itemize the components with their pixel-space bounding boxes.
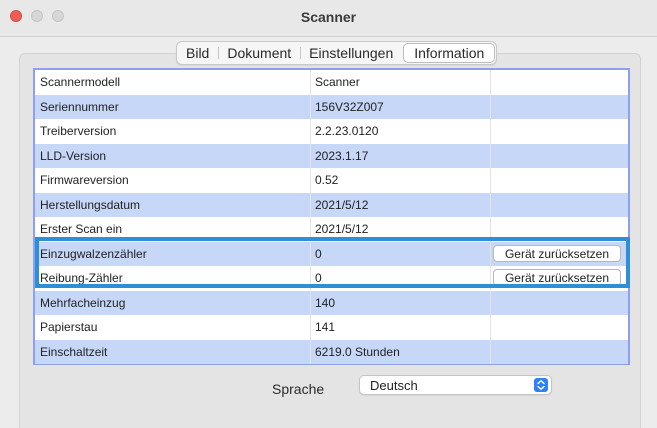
row-label: Einschaltzeit bbox=[35, 339, 311, 364]
tab-information[interactable]: Information bbox=[403, 43, 496, 63]
row-action-cell: Gerät zurücksetzen bbox=[491, 242, 628, 267]
row-label: Einzugwalzenzähler bbox=[35, 241, 311, 266]
table-row: Mehrfacheinzug 140 bbox=[35, 290, 628, 316]
table-row: Einzugwalzenzähler 0 Gerät zurücksetzen bbox=[35, 241, 628, 267]
tab-dokument[interactable]: Dokument bbox=[218, 42, 300, 64]
row-value: 2.2.23.0120 bbox=[311, 119, 491, 144]
table-row: Seriennummer 156V32Z007 bbox=[35, 94, 628, 120]
window-titlebar: Scanner bbox=[0, 0, 657, 37]
table-row: Reibung-Zähler 0 Gerät zurücksetzen bbox=[35, 266, 628, 291]
window-title: Scanner bbox=[300, 9, 357, 25]
table-row: Firmwareversion 0.52 bbox=[35, 168, 628, 193]
row-value: 0 bbox=[311, 266, 491, 291]
row-label: Treiberversion bbox=[35, 119, 311, 144]
row-value: 156V32Z007 bbox=[311, 94, 491, 119]
language-select[interactable]: Deutsch bbox=[359, 375, 552, 395]
row-action-cell bbox=[491, 217, 628, 242]
row-value: 2021/5/12 bbox=[311, 192, 491, 217]
row-value: 140 bbox=[311, 290, 491, 315]
reset-feed-roller-counter-button[interactable]: Gerät zurücksetzen bbox=[493, 244, 621, 262]
row-action-cell bbox=[491, 168, 628, 193]
popup-stepper-icon bbox=[534, 378, 548, 392]
row-label: Erster Scan ein bbox=[35, 217, 311, 242]
row-action-cell bbox=[491, 315, 628, 340]
row-value: 0.52 bbox=[311, 168, 491, 193]
table-row: Papierstau 141 bbox=[35, 315, 628, 340]
table-row: LLD-Version 2023.1.17 bbox=[35, 143, 628, 169]
row-label: Mehrfacheinzug bbox=[35, 290, 311, 315]
table-row: Erster Scan ein 2021/5/12 bbox=[35, 217, 628, 242]
row-label: Herstellungsdatum bbox=[35, 192, 311, 217]
row-value: 2021/5/12 bbox=[311, 217, 491, 242]
language-selected-value: Deutsch bbox=[370, 378, 418, 393]
row-label: LLD-Version bbox=[35, 143, 311, 168]
row-action-cell bbox=[491, 291, 628, 316]
row-value: 0 bbox=[311, 241, 491, 266]
row-value: 2023.1.17 bbox=[311, 143, 491, 168]
row-label: Firmwareversion bbox=[35, 168, 311, 193]
row-action-cell bbox=[491, 340, 628, 365]
row-label: Reibung-Zähler bbox=[35, 266, 311, 291]
row-action-cell bbox=[491, 193, 628, 218]
table-row: Treiberversion 2.2.23.0120 bbox=[35, 119, 628, 144]
tab-bild[interactable]: Bild bbox=[177, 42, 218, 64]
tab-bar: Bild Dokument Einstellungen Information bbox=[176, 41, 498, 65]
row-action-cell bbox=[491, 144, 628, 169]
row-action-cell bbox=[491, 95, 628, 120]
info-table: Scannermodell Scanner Seriennummer 156V3… bbox=[33, 68, 630, 365]
row-value: 141 bbox=[311, 315, 491, 340]
table-row: Herstellungsdatum 2021/5/12 bbox=[35, 192, 628, 218]
row-action-cell: Gerät zurücksetzen bbox=[491, 266, 628, 291]
row-value: 6219.0 Stunden bbox=[311, 339, 491, 364]
row-label: Scannermodell bbox=[35, 70, 311, 95]
reset-friction-counter-button[interactable]: Gerät zurücksetzen bbox=[493, 269, 621, 286]
table-row: Scannermodell Scanner bbox=[35, 70, 628, 95]
row-value: Scanner bbox=[311, 70, 491, 95]
row-action-cell bbox=[491, 70, 628, 95]
row-label: Papierstau bbox=[35, 315, 311, 340]
row-label: Seriennummer bbox=[35, 94, 311, 119]
row-action-cell bbox=[491, 119, 628, 144]
table-row: Einschaltzeit 6219.0 Stunden bbox=[35, 339, 628, 365]
tab-einstellungen[interactable]: Einstellungen bbox=[300, 42, 402, 64]
language-label: Sprache bbox=[272, 381, 325, 397]
